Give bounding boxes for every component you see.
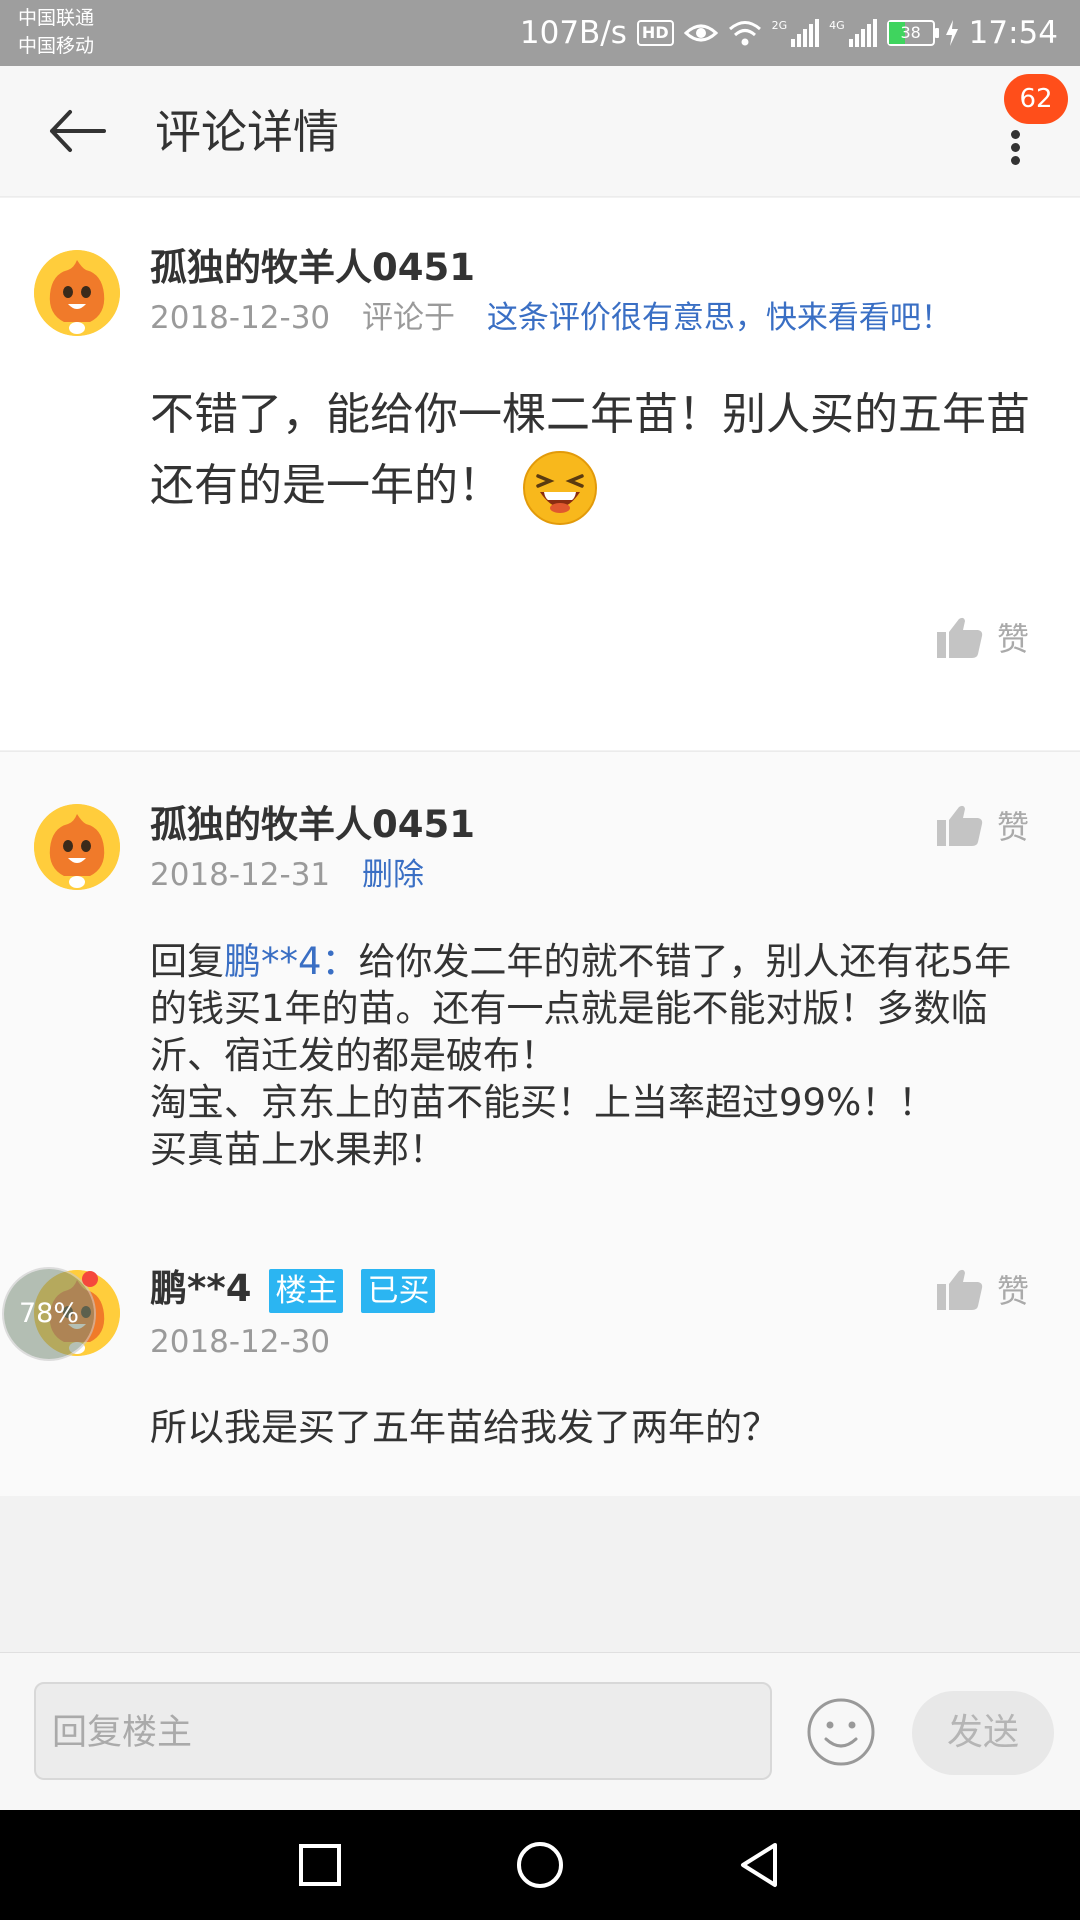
network-speed: 107B/s xyxy=(519,15,627,51)
wifi-icon xyxy=(728,21,761,46)
home-icon[interactable] xyxy=(515,1840,565,1890)
thumbs-up-icon xyxy=(937,617,983,658)
reply-text: 回复鹏**4：给你发二年的就不错了，别人还有花5年的钱买1年的苗。还有一点就是能… xyxy=(150,938,1040,1173)
status-bar: 中国联通 中国移动 107B/s HD 2G 4G 38 17:54 xyxy=(0,0,1080,66)
page-title: 评论详情 xyxy=(155,105,339,159)
notification-badge[interactable]: 62 xyxy=(1004,74,1068,124)
username[interactable]: 鹏**4 xyxy=(150,1267,251,1310)
thumbs-up-icon xyxy=(937,805,983,846)
avatar[interactable] xyxy=(34,250,120,336)
reply-text: 所以我是买了五年苗给我发了两年的？ xyxy=(150,1406,779,1449)
arrow-left-icon[interactable] xyxy=(46,106,106,156)
reply-date: 2018-12-30 xyxy=(150,1324,331,1360)
reply-date: 2018-12-31 xyxy=(150,857,331,893)
review-link[interactable]: 这条评价很有意思，快来看看吧！ xyxy=(487,300,952,336)
commented-on-label: 评论于 xyxy=(362,300,456,336)
clock: 17:54 xyxy=(968,15,1058,51)
notification-dot xyxy=(82,1271,98,1287)
laughing-emoji-icon xyxy=(523,451,597,525)
reply-list: 孤独的牧羊人0451 2018-12-31 删除 赞 回复鹏**4：给你发二年的… xyxy=(0,751,1080,1496)
reply-header: 鹏**4 楼主 已买 xyxy=(150,1266,436,1313)
system-navigation-bar xyxy=(0,1810,1080,1920)
username[interactable]: 孤独的牧羊人0451 xyxy=(150,245,475,291)
comment-body: 不错了，能给你一棵二年苗！别人买的五年苗还有的是一年的！ xyxy=(150,380,1030,526)
eye-icon xyxy=(683,24,718,42)
carrier-1: 中国联通 xyxy=(18,7,95,29)
avatar[interactable] xyxy=(34,804,120,890)
title-bar: 评论详情 xyxy=(0,66,1080,197)
like-button[interactable]: 赞 xyxy=(937,614,1029,660)
send-button[interactable]: 发送 xyxy=(912,1691,1054,1775)
like-button[interactable]: 赞 xyxy=(937,802,1029,848)
comment-date: 2018-12-30 xyxy=(150,300,331,336)
comment-meta: 2018-12-30 评论于 这条评价很有意思，快来看看吧！ xyxy=(150,298,952,338)
like-label: 赞 xyxy=(997,808,1030,846)
back-triangle-icon[interactable] xyxy=(735,1840,785,1890)
progress-overlay[interactable]: 78% xyxy=(4,1269,94,1359)
emoji-picker-icon[interactable] xyxy=(806,1697,876,1767)
reply-input[interactable]: 回复楼主 xyxy=(34,1682,772,1780)
thumbs-up-icon xyxy=(937,1269,983,1310)
delete-button[interactable]: 删除 xyxy=(362,857,424,893)
recent-apps-icon[interactable] xyxy=(295,1840,345,1890)
signal-4g-icon: 4G xyxy=(829,19,877,47)
charging-icon xyxy=(945,20,958,46)
reply-input-bar: 回复楼主 发送 xyxy=(0,1652,1080,1811)
bought-tag: 已买 xyxy=(361,1268,436,1313)
reply-prefix: 回复 xyxy=(150,940,224,983)
reply-mention[interactable]: 鹏**4： xyxy=(224,940,359,983)
signal-2g-icon: 2G xyxy=(772,19,820,47)
battery-icon: 38 xyxy=(886,20,939,46)
username[interactable]: 孤独的牧羊人0451 xyxy=(150,802,475,848)
owner-tag: 楼主 xyxy=(269,1268,344,1313)
like-label: 赞 xyxy=(997,620,1030,658)
reply-meta: 2018-12-31 删除 xyxy=(150,855,424,895)
like-button[interactable]: 赞 xyxy=(937,1266,1029,1312)
more-vertical-icon[interactable] xyxy=(990,126,1040,186)
carrier-2: 中国移动 xyxy=(18,35,95,57)
main-comment: 孤独的牧羊人0451 2018-12-30 评论于 这条评价很有意思，快来看看吧… xyxy=(0,198,1080,750)
status-indicators: 107B/s HD 2G 4G 38 17:54 xyxy=(520,12,1058,54)
hd-icon: HD xyxy=(636,20,674,46)
like-label: 赞 xyxy=(997,1272,1030,1310)
